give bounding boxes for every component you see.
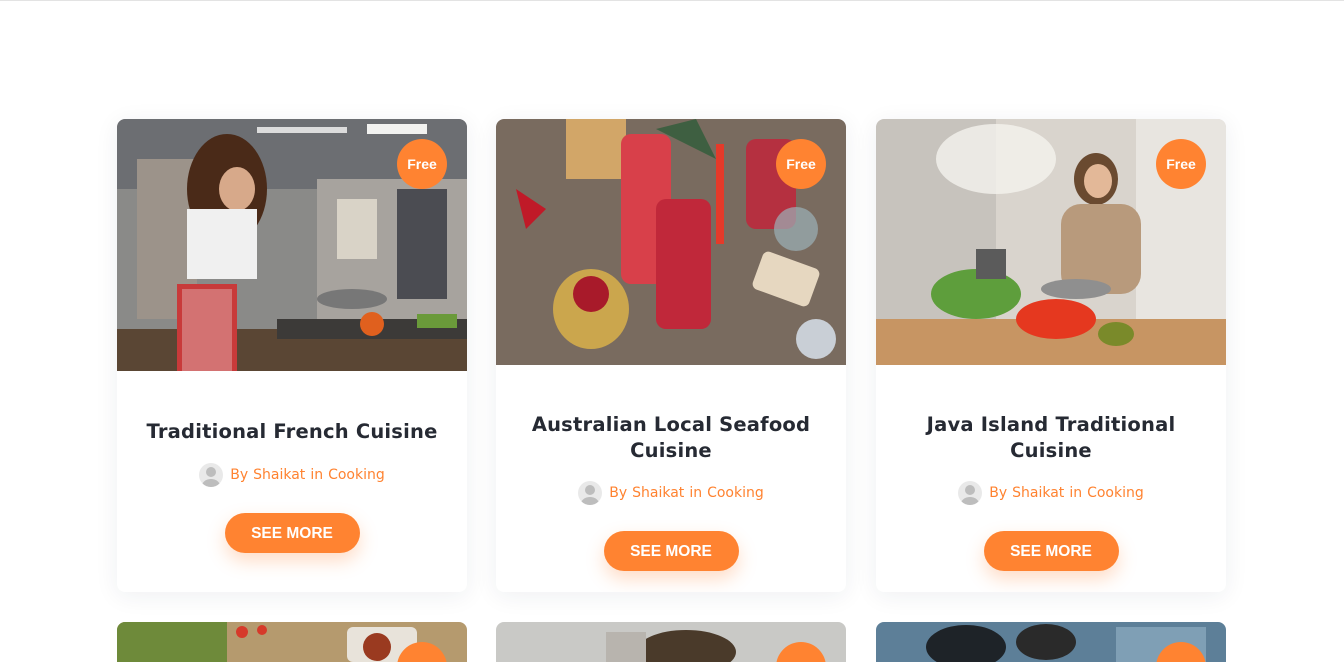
see-more-button[interactable]: SEE MORE — [224, 513, 360, 553]
course-card: Free Java Island Traditional Cuisine By … — [876, 119, 1226, 592]
by-label: By — [230, 467, 249, 483]
course-card-partial[interactable]: Free — [876, 622, 1226, 662]
free-badge: Free — [397, 139, 447, 189]
see-more-button[interactable]: SEE MORE — [603, 531, 739, 571]
course-card: Free Australian Local Seafood Cuisine By… — [496, 119, 846, 592]
author-link[interactable]: Shaikat — [253, 467, 305, 483]
card-title[interactable]: Traditional French Cuisine — [142, 419, 442, 445]
see-more-button[interactable]: SEE MORE — [983, 531, 1119, 571]
card-meta: By Shaikat in Cooking — [117, 463, 467, 487]
in-label: in — [1069, 485, 1083, 501]
category-link[interactable]: Cooking — [707, 485, 764, 501]
in-label: in — [310, 467, 324, 483]
author-link[interactable]: Shaikat — [632, 485, 684, 501]
card-image[interactable]: Free — [496, 119, 846, 365]
author-link[interactable]: Shaikat — [1012, 485, 1064, 501]
free-badge: Free — [776, 139, 826, 189]
course-card-partial[interactable]: Free — [496, 622, 846, 662]
by-label: By — [989, 485, 1008, 501]
in-label: in — [689, 485, 703, 501]
card-title[interactable]: Australian Local Seafood Cuisine — [521, 412, 821, 464]
card-meta: By Shaikat in Cooking — [496, 481, 846, 505]
by-label: By — [609, 485, 628, 501]
avatar — [958, 481, 983, 505]
category-link[interactable]: Cooking — [328, 467, 385, 483]
card-meta: By Shaikat in Cooking — [876, 481, 1226, 505]
course-card: Free Traditional French Cuisine By Shaik… — [117, 119, 467, 592]
card-image[interactable]: Free — [876, 119, 1226, 365]
avatar — [578, 481, 603, 505]
top-divider — [0, 0, 1344, 1]
avatar — [199, 463, 224, 487]
card-title[interactable]: Java Island Traditional Cuisine — [901, 412, 1201, 464]
category-link[interactable]: Cooking — [1087, 485, 1144, 501]
course-card-partial[interactable]: Free — [117, 622, 467, 662]
free-badge: Free — [1156, 139, 1206, 189]
card-image[interactable]: Free — [117, 119, 467, 371]
